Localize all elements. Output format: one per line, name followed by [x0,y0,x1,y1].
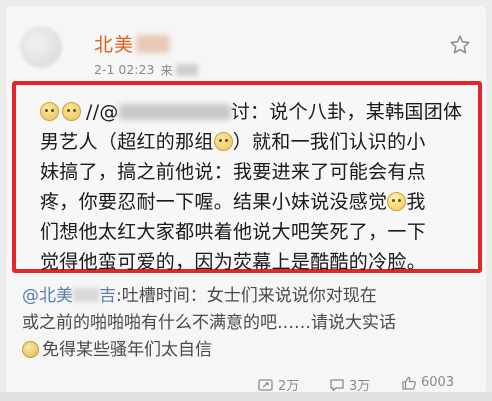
post-line-4-text: 疼，你要忍耐一下喔。结果小妹说没感觉 [40,191,388,213]
post-line-6: 觉得他蛮可爱的，因为荧幕上是酷酷的冷脸。 [40,251,427,273]
laugh-emoji-icon [387,192,407,211]
highlighted-post-box: //@ 讨：说个八卦，某韩国团体 男艺人（超红的那组 ）就和一我们认识的小 妹搞了，… [12,81,482,273]
like-action[interactable]: 6003 [401,375,454,390]
username-row[interactable]: 北美 [94,30,171,57]
post-meta: 2-1 02:23 来 [94,60,198,79]
repost-line-2: 或之前的啪啪啪有什么不满意的吧……请说大实话 [22,313,396,333]
sheep-emoji-icon [22,341,39,358]
user-avatar[interactable] [20,26,62,68]
source-redaction [175,63,198,76]
repost-user-suffix[interactable]: 吉 [99,286,116,306]
post-line-1-text: 讨：说个八卦，某韩国团体 [230,101,463,123]
repost-line-3-text: 免得某些骚年们太自信 [42,340,212,360]
post-line-5: 们想他太红大家都哄着他说大吧笑死了，一下 [40,221,427,243]
repost-user-prefix[interactable]: @北美 [22,286,73,306]
repost-line-1-text: :吐槽时间：女士们来说说你对现在 [116,286,377,306]
repost-line-3: 免得某些骚年们太自信 [22,335,212,360]
smiley-emoji-icon [40,102,59,121]
post-source-prefix: 来 [160,63,173,78]
thumbs-up-icon [402,376,416,390]
smiley-emoji-icon [213,132,233,151]
smiley-emoji-icon [62,102,81,121]
post-line-3: 妹搞了，搞之前他说：我要进来了可能会有点 [40,161,427,183]
mention-redaction [118,104,231,120]
screenshot-frame: 北美 2-1 02:23 来 //@ 讨：说个八卦，某韩国团体 男艺人（超红的那组… [0,0,492,401]
star-icon[interactable] [449,34,471,56]
post-line-4: 疼，你要忍耐一下喔。结果小妹说没感觉我 [40,187,426,214]
post-timestamp: 2-1 02:23 [94,62,155,77]
post-line-1: //@ 讨：说个八卦，某韩国团体 [40,97,462,124]
post-line-2: 男艺人（超红的那组 ）就和一我们认识的小 [40,127,426,154]
like-count: 6003 [421,375,455,390]
bottom-edge [0,392,492,401]
post-line-2-head: 男艺人（超红的那组 [40,131,214,153]
username[interactable]: 北美 [94,30,134,57]
repost-user-redaction [73,288,99,302]
post-line-2-tail: ）就和一我们认识的小 [232,131,426,153]
username-redaction [136,34,171,53]
post-line-4-tail: 我 [406,191,426,213]
comment-icon [330,378,344,391]
repost-line-1: @北美 吉:吐槽时间：女士们来说说你对现在 [22,281,377,306]
repost-icon [258,378,273,391]
mention-prefix[interactable]: //@ [86,101,119,123]
weibo-card: 北美 2-1 02:23 来 //@ 讨：说个八卦，某韩国团体 男艺人（超红的那组… [6,6,486,395]
